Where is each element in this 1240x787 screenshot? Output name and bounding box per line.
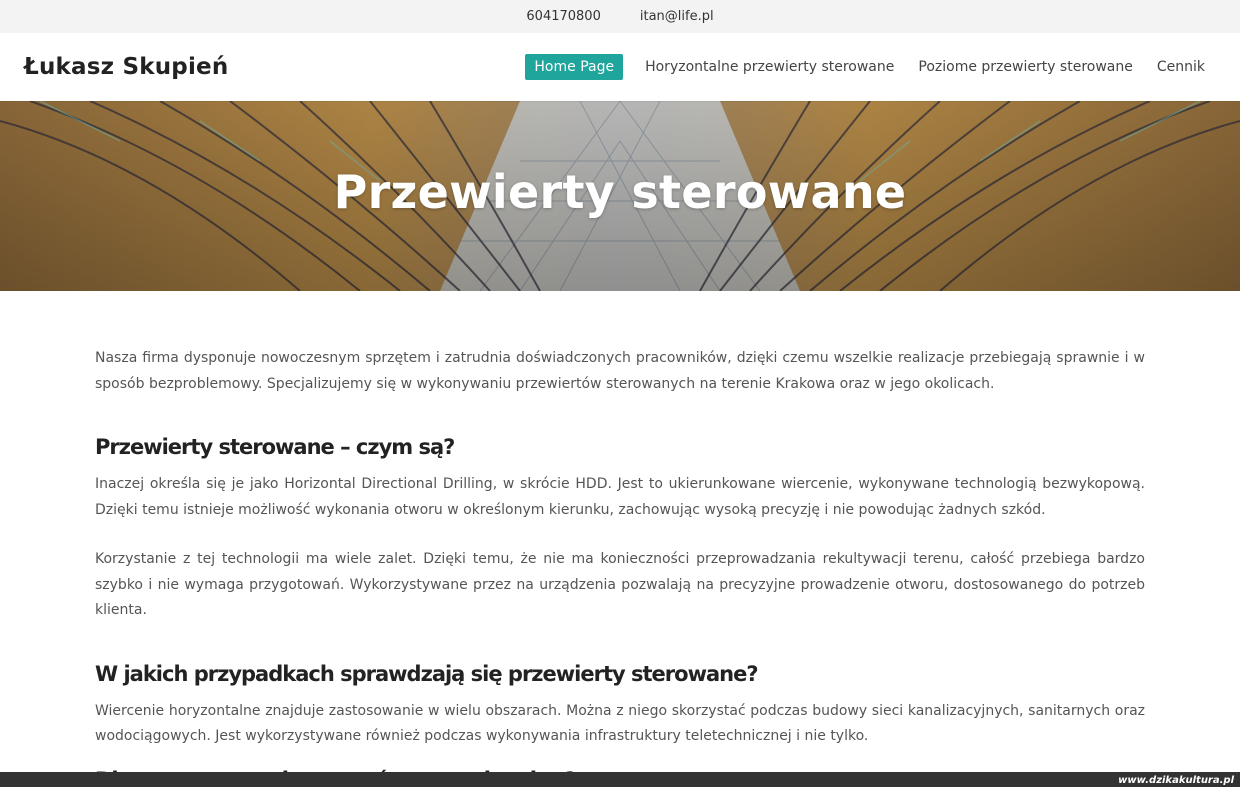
contact-bar: 604170800 itan@life.pl bbox=[0, 0, 1240, 33]
section2-paragraph-1: Wiercenie horyzontalne znajduje zastosow… bbox=[95, 702, 1145, 745]
section-heading-czym-sa: Przewierty sterowane – czym są? bbox=[95, 435, 455, 459]
site-header: Łukasz Skupień Home Page Horyzontalne pr… bbox=[0, 33, 1240, 101]
nav-item-horyzontalne[interactable]: Horyzontalne przewierty sterowane bbox=[643, 54, 896, 80]
main-content: Nasza firma dysponuje nowoczesnym sprzęt… bbox=[0, 291, 1240, 750]
email-address[interactable]: itan@life.pl bbox=[640, 9, 714, 24]
section1-paragraph-2: Korzystanie z tej technologii ma wiele z… bbox=[95, 551, 1145, 618]
hero-banner: Przewierty sterowane bbox=[0, 101, 1240, 291]
phone-number[interactable]: 604170800 bbox=[526, 9, 600, 24]
nav-item-poziome[interactable]: Poziome przewierty sterowane bbox=[916, 54, 1134, 80]
watermark-bar: www.dzikakultura.pl bbox=[0, 772, 1240, 787]
nav-item-cennik[interactable]: Cennik bbox=[1155, 54, 1207, 80]
main-nav: Home Page Horyzontalne przewierty sterow… bbox=[525, 54, 1207, 80]
site-logo[interactable]: Łukasz Skupień bbox=[24, 54, 228, 80]
intro-paragraph: Nasza firma dysponuje nowoczesnym sprzęt… bbox=[95, 350, 1145, 392]
section-heading-zastosowanie: W jakich przypadkach sprawdzają się prze… bbox=[95, 661, 759, 686]
section1-paragraph-1: Inaczej określa się je jako Horizontal D… bbox=[95, 476, 1145, 518]
watermark-text: www.dzikakultura.pl bbox=[1118, 775, 1234, 786]
nav-item-home[interactable]: Home Page bbox=[525, 54, 624, 80]
hero-title: Przewierty sterowane bbox=[333, 165, 907, 219]
